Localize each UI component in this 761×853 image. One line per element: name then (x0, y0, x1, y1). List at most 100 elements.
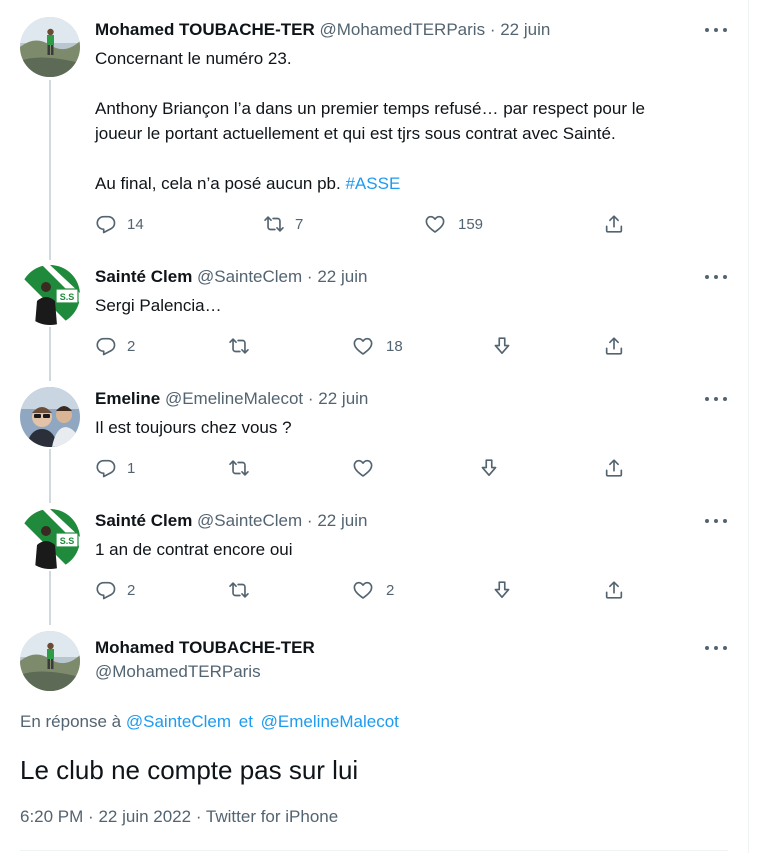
like-icon (352, 335, 374, 357)
thread-connector (49, 327, 51, 381)
hashtag-link[interactable]: #ASSE (345, 174, 400, 193)
tweet-text: 1 an de contrat encore oui (95, 540, 293, 559)
author-name[interactable]: Mohamed TOUBACHE-TER (95, 638, 315, 657)
tweet-text: Il est toujours chez vous ? (95, 418, 292, 437)
avatar[interactable] (20, 631, 80, 691)
author-handle[interactable]: @SainteClem (197, 267, 302, 286)
svg-text:S.S: S.S (60, 292, 75, 302)
reply-icon (95, 213, 117, 235)
retweet-icon (228, 335, 250, 357)
reply-mention-link[interactable]: @SainteClem (126, 712, 231, 731)
tweet-header: Sainté Clem @SainteClem · 22 juin (95, 266, 367, 288)
tweet-date[interactable]: 22 juin (317, 267, 367, 286)
share-button[interactable] (603, 456, 625, 480)
reply-icon (95, 457, 117, 479)
retweet-icon (228, 457, 250, 479)
like-button[interactable]: 18 (352, 334, 403, 358)
thread-connector (49, 449, 51, 503)
reply-icon (95, 579, 117, 601)
tweet-header: Mohamed TOUBACHE-TER @MohamedTERParis · … (95, 19, 550, 41)
reply-prefix: En réponse à (20, 712, 122, 731)
author-name[interactable]: Sainté Clem (95, 511, 192, 530)
avatar[interactable]: S.S (20, 265, 80, 325)
reply-mention-link[interactable]: @EmelineMalecot (261, 712, 399, 731)
reply-button[interactable]: 1 (95, 456, 135, 480)
like-button[interactable] (352, 456, 374, 480)
share-icon (603, 457, 625, 479)
author-name[interactable]: Mohamed TOUBACHE-TER (95, 20, 315, 39)
downvote-button[interactable] (478, 456, 500, 480)
more-icon[interactable] (705, 514, 727, 528)
separator: · (306, 511, 313, 530)
like-icon (352, 579, 374, 601)
tweet-text-line: Anthony Briançon l’a dans un premier tem… (95, 99, 645, 118)
avatar[interactable]: S.S (20, 509, 80, 569)
reply-mention-and: et (238, 712, 253, 731)
tweet-time[interactable]: 6:20 PM (20, 807, 83, 826)
share-icon (603, 335, 625, 357)
avatar[interactable] (20, 17, 80, 77)
like-count: 2 (386, 581, 395, 599)
tweet-text-line: Concernant le numéro 23. (95, 49, 292, 68)
reply-count: 2 (127, 581, 136, 599)
like-count: 159 (458, 215, 484, 233)
tweet-date[interactable]: 22 juin (318, 389, 368, 408)
tweet-date[interactable]: 22 juin (500, 20, 550, 39)
share-button[interactable] (603, 212, 625, 236)
separator: · (195, 807, 202, 826)
tweet-text: Au final, cela n’a posé aucun pb. (95, 174, 341, 193)
more-icon[interactable] (705, 641, 727, 655)
author-handle[interactable]: @MohamedTERParis (95, 662, 261, 681)
thread-connector (49, 571, 51, 625)
retweet-icon (263, 213, 285, 235)
reply-button[interactable]: 2 (95, 578, 135, 602)
reply-count: 2 (127, 337, 136, 355)
separator: · (306, 267, 313, 286)
svg-text:S.S: S.S (60, 536, 75, 546)
more-icon[interactable] (705, 270, 727, 284)
divider (20, 850, 728, 851)
author-handle[interactable]: @SainteClem (197, 511, 302, 530)
author-name[interactable]: Emeline (95, 389, 160, 408)
like-button[interactable]: 2 (352, 578, 394, 602)
downvote-icon (491, 335, 513, 357)
downvote-button[interactable] (491, 578, 513, 602)
tweet-date[interactable]: 22 juin (317, 511, 367, 530)
reply-context: En réponse à @SainteClem et @EmelineMale… (20, 712, 399, 732)
author-name[interactable]: Sainté Clem (95, 267, 192, 286)
more-icon[interactable] (705, 23, 727, 37)
share-icon (603, 213, 625, 235)
downvote-icon (491, 579, 513, 601)
downvote-button[interactable] (491, 334, 513, 358)
retweet-count: 7 (295, 215, 304, 233)
thread-connector (49, 80, 51, 260)
more-icon[interactable] (705, 392, 727, 406)
separator: · (88, 807, 94, 826)
tweet-meta: 6:20 PM · 22 juin 2022 · Twitter for iPh… (20, 807, 338, 827)
main-tweet-author: Mohamed TOUBACHE-TER (95, 637, 315, 659)
reply-count: 1 (127, 459, 136, 477)
reply-count: 14 (127, 215, 144, 233)
share-button[interactable] (603, 578, 625, 602)
tweet-full-date[interactable]: 22 juin 2022 (98, 807, 191, 826)
avatar[interactable] (20, 387, 80, 447)
share-icon (603, 579, 625, 601)
tweet-header: Sainté Clem @SainteClem · 22 juin (95, 510, 367, 532)
share-button[interactable] (603, 334, 625, 358)
main-tweet-text: Le club ne compte pas sur lui (20, 755, 359, 785)
separator: · (307, 389, 314, 408)
retweet-button[interactable] (228, 334, 250, 358)
reply-button[interactable]: 2 (95, 334, 135, 358)
like-button[interactable]: 159 (424, 212, 483, 236)
retweet-button[interactable]: 7 (263, 212, 303, 236)
tweet-source[interactable]: Twitter for iPhone (206, 807, 338, 826)
author-handle[interactable]: @MohamedTERParis (319, 20, 485, 39)
like-icon (352, 457, 374, 479)
tweet-text-line: Au final, cela n’a posé aucun pb. #ASSE (95, 172, 400, 196)
retweet-button[interactable] (228, 456, 250, 480)
reply-button[interactable]: 14 (95, 212, 144, 236)
retweet-button[interactable] (228, 578, 250, 602)
author-handle[interactable]: @EmelineMalecot (165, 389, 303, 408)
like-count: 18 (386, 337, 403, 355)
tweet-text: Sergi Palencia… (95, 296, 222, 315)
